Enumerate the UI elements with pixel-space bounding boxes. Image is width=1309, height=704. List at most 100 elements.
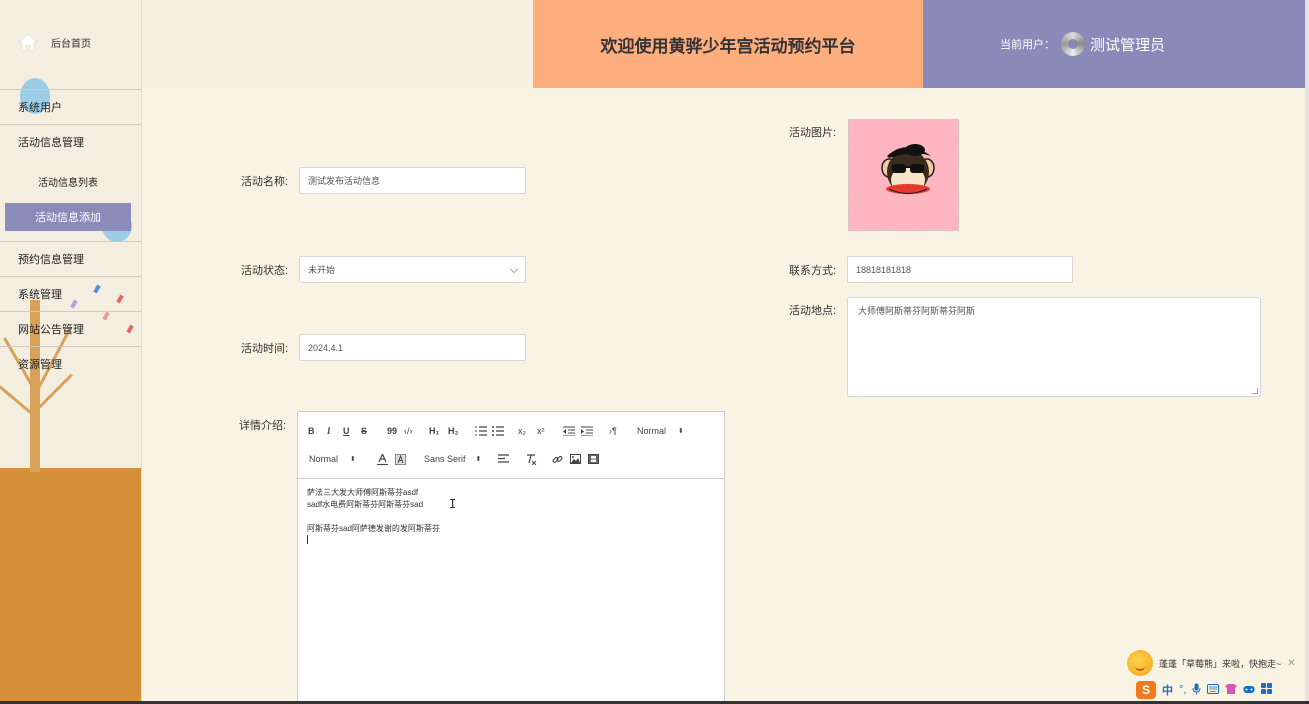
direction-button[interactable]: ›¶ — [609, 424, 617, 438]
video-button[interactable] — [588, 452, 599, 466]
align-left-icon — [498, 454, 509, 463]
text-cursor-icon: I — [449, 497, 457, 511]
rich-text-editor: B I U S 99 ‹/› H₁ H₂ x₂ x² ›¶ Normal ⬍ No… — [297, 411, 725, 704]
home-icon — [18, 33, 38, 51]
editor-line — [307, 535, 715, 548]
text-caret — [307, 535, 308, 544]
menu-resources[interactable]: 资源管理 — [0, 346, 141, 381]
size-picker-value: Normal — [637, 426, 667, 436]
sidebar-decoration — [0, 468, 141, 704]
home-label: 后台首页 — [51, 38, 91, 50]
editor-content[interactable]: 萨法三大发大师傅阿斯蒂芬asdf sadf水电费阿斯蒂芬阿斯蒂芬sad 阿斯蒂芬… — [298, 479, 724, 556]
menu-system-users[interactable]: 系统用户 — [0, 89, 141, 124]
resize-handle[interactable] — [1252, 388, 1258, 394]
keyboard-icon[interactable] — [1207, 683, 1220, 697]
menu-activity-list[interactable]: 活动信息列表 — [0, 166, 141, 196]
h1-button[interactable]: H₁ — [429, 424, 439, 438]
underline-button[interactable]: U — [343, 424, 350, 438]
font-color-icon — [377, 453, 388, 465]
menu-reservation-info[interactable]: 预约信息管理 — [0, 241, 141, 276]
outdent-icon — [563, 426, 575, 436]
page-title: 欢迎使用黄骅少年宫活动预约平台 — [600, 36, 856, 56]
editor-line: 阿斯蒂芬sad阿萨德发谢的发阿斯蒂芬 — [307, 524, 440, 533]
activity-name-input[interactable]: 测试发布活动信息 — [299, 167, 526, 194]
ordered-list-button[interactable] — [475, 424, 487, 438]
bullet-list-icon — [492, 426, 504, 436]
activity-name-label: 活动名称: — [241, 176, 289, 188]
detail-label: 详情介绍: — [239, 420, 287, 432]
contact-label: 联系方式: — [789, 265, 837, 277]
indent-icon — [581, 426, 593, 436]
toolbox-icon[interactable] — [1261, 683, 1273, 697]
ime-punctuation-toggle[interactable]: °, — [1179, 684, 1186, 696]
menu-system-management[interactable]: 系统管理 — [0, 276, 141, 311]
menu-activity-info[interactable]: 活动信息管理 — [0, 124, 141, 159]
ime-language-toggle[interactable]: 中 — [1162, 682, 1173, 698]
editor-toolbar: B I U S 99 ‹/› H₁ H₂ x₂ x² ›¶ Normal ⬍ No… — [298, 412, 724, 479]
header-picker[interactable]: Normal ⬍ — [309, 452, 356, 466]
header-spacer — [142, 0, 533, 88]
chevron-down-icon — [509, 264, 519, 274]
bullet-list-button[interactable] — [492, 424, 504, 438]
italic-button[interactable]: I — [327, 424, 331, 438]
editor-line: sadf水电费阿斯蒂芬阿斯蒂芬sad — [307, 500, 424, 509]
subscript-button[interactable]: x₂ — [518, 424, 526, 438]
clear-format-icon — [527, 453, 537, 465]
clean-button[interactable] — [526, 452, 537, 466]
username[interactable]: 测试管理员 — [1090, 34, 1165, 55]
activity-status-value: 未开始 — [308, 265, 336, 275]
activity-status-label: 活动状态: — [241, 265, 289, 277]
close-icon[interactable]: ✕ — [1287, 658, 1295, 669]
scrollbar[interactable] — [1305, 0, 1309, 704]
font-picker[interactable]: Sans Serif ⬍ — [424, 452, 481, 466]
monkey-image — [881, 144, 935, 195]
user-info: 当前用户： 测试管理员 — [923, 0, 1305, 88]
game-icon[interactable] — [1243, 684, 1255, 697]
background-color-icon — [395, 453, 406, 465]
updown-icon: ⬍ — [475, 456, 482, 463]
h2-button[interactable]: H₂ — [448, 424, 459, 438]
current-user-label: 当前用户： — [1000, 39, 1055, 51]
activity-time-label: 活动时间: — [241, 343, 289, 355]
blockquote-button[interactable]: 99 — [387, 424, 397, 438]
updown-icon: ⬍ — [678, 428, 684, 435]
sun-mascot-icon — [1127, 650, 1153, 676]
bold-button[interactable]: B — [308, 424, 315, 438]
link-button[interactable] — [552, 452, 563, 466]
ime-tip-text: 蓬蓬「草莓熊」来啦，快抱走~ — [1159, 658, 1282, 669]
menu-activity-add[interactable]: 活动信息添加 — [5, 203, 131, 231]
video-icon — [588, 454, 599, 464]
editor-line: 萨法三大发大师傅阿斯蒂芬asdf — [307, 488, 419, 497]
font-picker-value: Sans Serif — [424, 454, 466, 464]
ime-toolbar: S 中 °, — [1136, 679, 1305, 701]
menu-announcements[interactable]: 网站公告管理 — [0, 311, 141, 346]
activity-image-label: 活动图片: — [789, 127, 837, 139]
image-button[interactable] — [570, 452, 581, 466]
image-icon — [570, 454, 581, 464]
location-value: 大师傅阿斯蒂芬阿斯蒂芬阿斯 — [858, 306, 976, 316]
activity-time-input[interactable]: 2024.4.1 — [299, 334, 526, 361]
size-picker[interactable]: Normal ⬍ — [637, 424, 684, 438]
home-link[interactable]: 后台首页 — [0, 26, 141, 58]
sogou-logo-icon[interactable]: S — [1136, 681, 1156, 699]
ordered-list-icon — [475, 426, 487, 436]
link-icon — [552, 455, 563, 463]
strike-button[interactable]: S — [361, 424, 367, 438]
background-color-button[interactable] — [395, 452, 406, 466]
code-button[interactable]: ‹/› — [404, 424, 413, 438]
activity-image-upload[interactable] — [848, 119, 959, 231]
outdent-button[interactable] — [563, 424, 575, 438]
avatar[interactable] — [1061, 32, 1085, 56]
indent-button[interactable] — [581, 424, 593, 438]
updown-icon: ⬍ — [350, 456, 356, 463]
header-title-bar: 欢迎使用黄骅少年宫活动预约平台 — [533, 0, 923, 88]
align-button[interactable] — [498, 452, 509, 466]
activity-status-select[interactable]: 未开始 — [299, 256, 526, 283]
superscript-button[interactable]: x² — [537, 424, 545, 438]
contact-input[interactable]: 18818181818 — [847, 256, 1073, 283]
microphone-icon[interactable] — [1192, 683, 1201, 698]
font-color-button[interactable] — [377, 452, 388, 466]
skin-icon[interactable] — [1225, 683, 1238, 697]
location-textarea[interactable]: 大师傅阿斯蒂芬阿斯蒂芬阿斯 — [847, 297, 1261, 397]
ime-tip[interactable]: 蓬蓬「草莓熊」来啦，快抱走~ ✕ — [1127, 648, 1305, 678]
